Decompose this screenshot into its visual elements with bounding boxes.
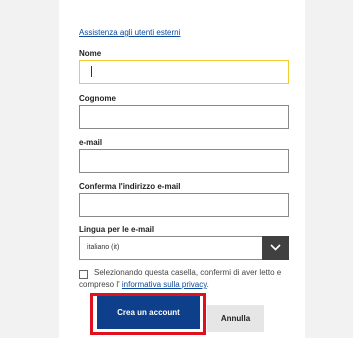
last-name-input[interactable] <box>79 105 289 129</box>
email-label: e-mail <box>79 138 103 147</box>
cancel-button[interactable]: Annulla <box>207 305 264 332</box>
email-confirm-input[interactable] <box>79 193 289 217</box>
last-name-label: Cognome <box>79 94 116 103</box>
privacy-policy-link[interactable]: informativa sulla privacy <box>122 280 207 289</box>
consent-suffix: . <box>206 280 209 289</box>
dropdown-toggle[interactable] <box>262 236 289 260</box>
create-account-button[interactable]: Crea un account <box>97 296 200 329</box>
language-selected-value: italiano (it) <box>87 244 120 251</box>
email-confirm-label: Conferma l'indirizzo e-mail <box>79 182 181 191</box>
privacy-consent-text: Selezionando questa casella, confermi di… <box>79 267 293 291</box>
language-select[interactable]: italiano (it) <box>79 236 289 260</box>
help-link[interactable]: Assistenza agli utenti esterni <box>79 28 180 37</box>
language-label: Lingua per le e-mail <box>79 225 155 234</box>
email-input[interactable] <box>79 149 289 173</box>
text-cursor <box>91 66 92 77</box>
first-name-label: Nome <box>79 49 102 58</box>
first-name-input[interactable] <box>79 60 289 84</box>
chevron-down-icon <box>270 244 281 251</box>
